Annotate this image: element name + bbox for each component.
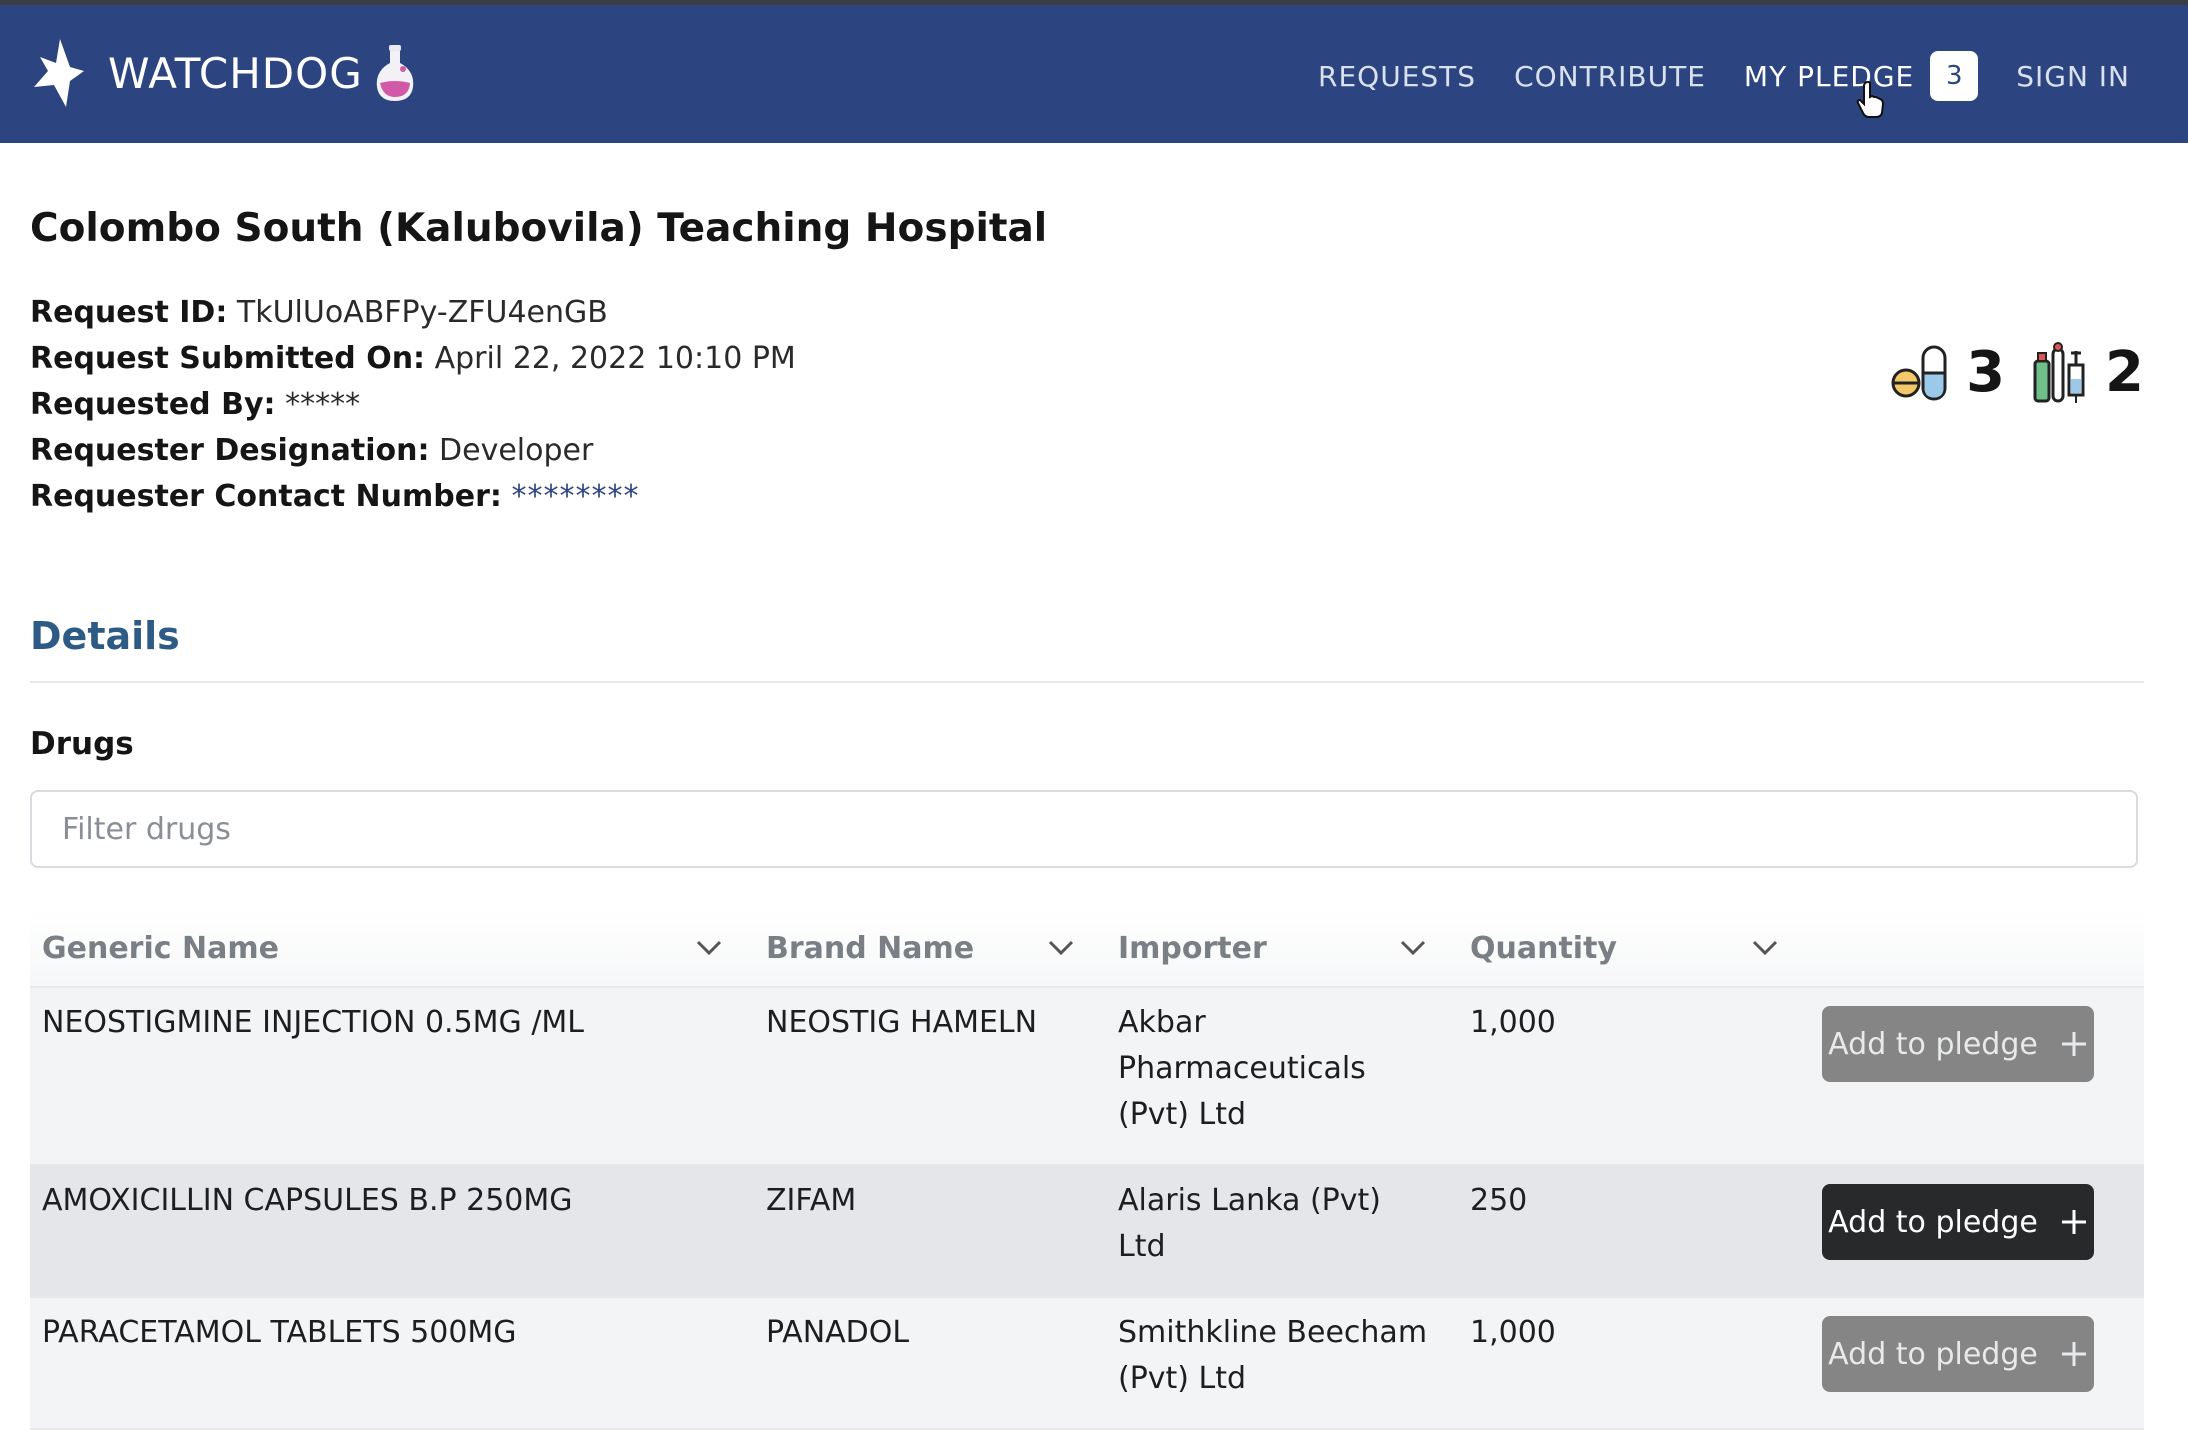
drugs-summary: 3 <box>1890 340 2005 405</box>
cell-brand-name: NEOSTIG HAMELN <box>766 1005 1038 1040</box>
details-heading: Details <box>30 614 180 658</box>
designation-row: Requester Designation: Developer <box>30 428 796 474</box>
main-nav: REQUESTS CONTRIBUTE MY PLEDGE 3 SIGN IN <box>1280 51 2130 118</box>
contact-label: Requester Contact Number: <box>30 479 502 514</box>
cell-generic-name: PARACETAMOL TABLETS 500MG <box>42 1315 517 1350</box>
designation-value: Developer <box>439 433 594 468</box>
chevron-down-icon[interactable] <box>1752 940 1778 956</box>
devices-summary: 2 <box>2029 340 2144 405</box>
plus-icon <box>2061 1032 2086 1056</box>
contact-value[interactable]: ******** <box>511 479 639 514</box>
dog-logo-icon <box>34 39 84 107</box>
drugs-heading: Drugs <box>30 726 134 762</box>
nav-my-pledge-label[interactable]: MY PLEDGE <box>1744 60 1914 93</box>
nav-requests[interactable]: REQUESTS <box>1318 60 1476 93</box>
requested-by-value: ***** <box>285 387 361 422</box>
add-to-pledge-button[interactable]: Add to pledge <box>1822 1006 2094 1082</box>
column-header-quantity[interactable]: Quantity <box>1458 931 1810 966</box>
drugs-count: 3 <box>1966 340 2006 405</box>
plus-icon <box>2061 1210 2086 1234</box>
cell-quantity: 250 <box>1470 1183 1528 1218</box>
divider <box>30 681 2144 683</box>
column-header-label: Brand Name <box>766 930 975 966</box>
request-meta: Request ID: TkUlUoABFPy-ZFU4enGB Request… <box>30 290 796 520</box>
column-header-label: Importer <box>1118 930 1267 966</box>
brand[interactable]: WATCHDOG <box>30 37 417 109</box>
cell-brand-name: PANADOL <box>766 1315 910 1350</box>
submitted-label: Request Submitted On: <box>30 341 426 376</box>
pills-icon <box>1891 345 1947 400</box>
add-to-pledge-button[interactable]: Add to pledge <box>1822 1316 2094 1392</box>
column-header-label: Quantity <box>1470 930 1617 966</box>
cell-action: Add to pledge <box>1810 988 2144 1164</box>
nav-my-pledge[interactable]: MY PLEDGE 3 <box>1744 51 1979 118</box>
medical-supplies-icon <box>2033 341 2085 403</box>
cell-generic-name: NEOSTIGMINE INJECTION 0.5MG /ML <box>42 1005 585 1040</box>
button-label: Add to pledge <box>1828 1204 2038 1240</box>
cell-brand-name: ZIFAM <box>766 1183 857 1218</box>
button-label: Add to pledge <box>1828 1336 2038 1372</box>
submitted-row: Request Submitted On: April 22, 2022 10:… <box>30 336 796 382</box>
request-id-label: Request ID: <box>30 295 228 330</box>
submitted-value: April 22, 2022 10:10 PM <box>434 341 796 376</box>
column-header-brand-name[interactable]: Brand Name <box>754 931 1106 966</box>
chevron-down-icon[interactable] <box>1048 940 1074 956</box>
table-row: AMOXICILLIN CAPSULES B.P 250MG ZIFAM Ala… <box>30 1166 2144 1298</box>
requested-by-row: Requested By: ***** <box>30 382 796 428</box>
chevron-down-icon[interactable] <box>696 940 722 956</box>
plus-icon <box>2061 1342 2086 1366</box>
contact-row: Requester Contact Number: ******** <box>30 474 796 520</box>
hand-cursor-icon <box>1856 81 1884 118</box>
nav-sign-in[interactable]: SIGN IN <box>2016 60 2130 93</box>
drugs-table: Generic Name Brand Name Importer Quantit… <box>30 910 2144 1430</box>
column-header-importer[interactable]: Importer <box>1106 931 1458 966</box>
cell-quantity: 1,000 <box>1470 1005 1556 1040</box>
page-title: Colombo South (Kalubovila) Teaching Hosp… <box>30 206 1048 251</box>
table-header: Generic Name Brand Name Importer Quantit… <box>30 910 2144 988</box>
flask-icon <box>376 45 413 101</box>
filter-drugs-input[interactable] <box>30 790 2138 868</box>
table-row: NEOSTIGMINE INJECTION 0.5MG /ML NEOSTIG … <box>30 988 2144 1166</box>
devices-count: 2 <box>2105 340 2144 405</box>
cell-quantity: 1,000 <box>1470 1315 1556 1350</box>
cell-importer: Alaris Lanka (Pvt) Ltd <box>1118 1183 1381 1264</box>
request-id-value: TkUlUoABFPy-ZFU4enGB <box>236 295 608 330</box>
brand-name: WATCHDOG <box>108 48 363 98</box>
cell-action: Add to pledge <box>1810 1298 2144 1428</box>
cell-importer: Smithkline Beecham (Pvt) Ltd <box>1118 1315 1428 1396</box>
pledge-count-badge: 3 <box>1930 51 1979 101</box>
designation-label: Requester Designation: <box>30 433 430 468</box>
request-summary: 3 2 <box>1866 340 2144 405</box>
request-id-row: Request ID: TkUlUoABFPy-ZFU4enGB <box>30 290 796 336</box>
cell-importer: Akbar Pharmaceuticals (Pvt) Ltd <box>1118 1005 1366 1132</box>
table-row: PARACETAMOL TABLETS 500MG PANADOL Smithk… <box>30 1298 2144 1430</box>
navbar: WATCHDOG REQUESTS CONTRIBUTE MY PLEDGE 3… <box>0 5 2188 143</box>
chevron-down-icon[interactable] <box>1400 940 1426 956</box>
nav-contribute[interactable]: CONTRIBUTE <box>1514 60 1706 93</box>
column-header-generic-name[interactable]: Generic Name <box>30 931 754 966</box>
requested-by-label: Requested By: <box>30 387 276 422</box>
column-header-label: Generic Name <box>42 930 279 966</box>
add-to-pledge-button[interactable]: Add to pledge <box>1822 1184 2094 1260</box>
button-label: Add to pledge <box>1828 1026 2038 1062</box>
cell-generic-name: AMOXICILLIN CAPSULES B.P 250MG <box>42 1183 573 1218</box>
cell-action: Add to pledge <box>1810 1166 2144 1296</box>
